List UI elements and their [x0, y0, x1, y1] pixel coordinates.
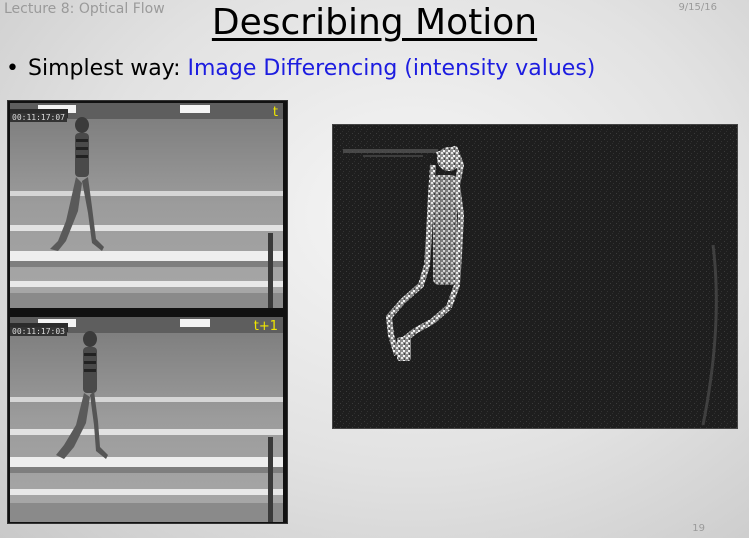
frame-t1-label: t+1	[253, 319, 278, 334]
frame-t-label: t	[272, 105, 278, 120]
frame-t-image: 00:11:17:07 t	[10, 103, 283, 308]
frame-t1-image: 00:11:17:03 t+1	[10, 317, 283, 522]
frame-t1-timecode: 00:11:17:03	[10, 327, 67, 336]
difference-image-render	[333, 125, 737, 428]
difference-image	[332, 124, 738, 429]
slide-title: Describing Motion	[211, 2, 538, 43]
frame-t-timecode: 00:11:17:07	[10, 113, 67, 122]
bullet-point: • Simplest way: Image Differencing (inten…	[6, 56, 595, 81]
bullet-prefix: Simplest way:	[28, 56, 188, 81]
page-number: 19	[692, 523, 705, 534]
bullet-marker: •	[6, 56, 19, 81]
frame-t-scene	[10, 103, 283, 308]
video-frames-panel: 00:11:17:07 t 00:11:17:03 t+1	[7, 100, 288, 524]
bullet-highlight: Image Differencing (intensity values)	[187, 56, 596, 81]
frame-t1-scene	[10, 317, 283, 522]
